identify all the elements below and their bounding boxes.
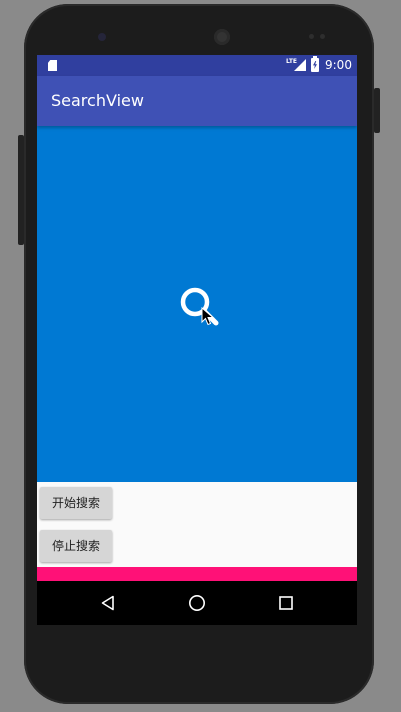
- network-type-label: LTE: [286, 58, 298, 65]
- app-bar: SearchView: [37, 76, 357, 126]
- volume-button: [374, 88, 380, 133]
- device-screen: LTE 9:00 SearchView 开始搜索 停止搜索: [37, 55, 357, 625]
- app-title: SearchView: [51, 91, 144, 110]
- recents-icon[interactable]: [279, 596, 293, 610]
- battery-charging-icon: [311, 56, 319, 72]
- proximity-sensor: [309, 34, 314, 39]
- home-icon[interactable]: [188, 594, 206, 612]
- mouse-pointer-icon: [201, 307, 215, 326]
- accent-bar: [37, 567, 357, 581]
- light-sensor: [320, 34, 325, 39]
- start-search-button[interactable]: 开始搜索: [40, 487, 112, 519]
- sd-card-icon: [48, 60, 57, 71]
- status-time: 9:00: [325, 58, 352, 72]
- earpiece-speaker: [214, 29, 230, 45]
- front-camera: [98, 33, 106, 41]
- search-view[interactable]: [37, 126, 357, 482]
- status-bar: LTE 9:00: [37, 55, 357, 76]
- stop-search-button[interactable]: 停止搜索: [40, 530, 112, 562]
- back-icon[interactable]: [100, 595, 116, 611]
- navigation-bar: [37, 581, 357, 625]
